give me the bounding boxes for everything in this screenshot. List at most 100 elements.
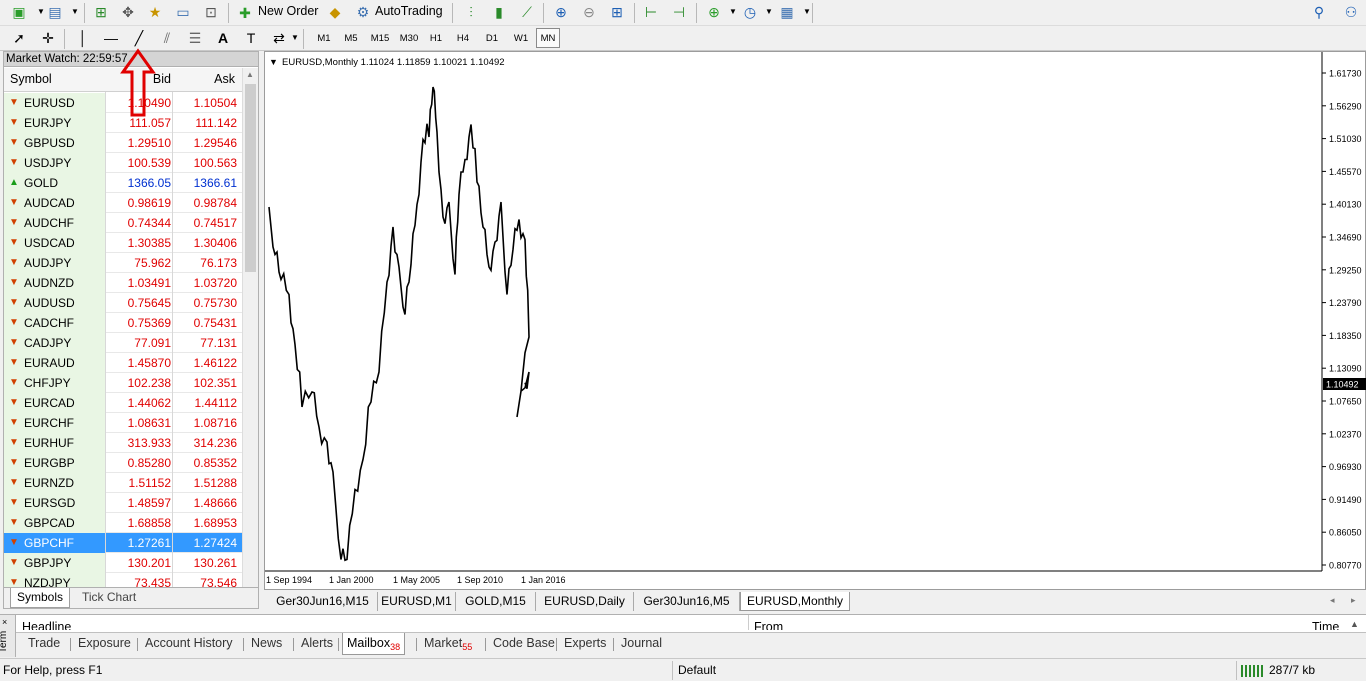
tab-trade[interactable]: Trade [24, 633, 64, 655]
horizontal-line-icon[interactable]: — [100, 27, 122, 49]
timeframe-m30[interactable]: M30 [395, 28, 423, 48]
timeframe-w1[interactable]: W1 [508, 28, 534, 48]
text-label-icon[interactable]: T [240, 27, 262, 49]
scroll-up-icon[interactable]: ▲ [246, 70, 254, 79]
community-icon[interactable]: ⚇ [1340, 1, 1362, 23]
tab-mailbox[interactable]: Mailbox38 [342, 633, 406, 655]
market-watch-row[interactable]: ▼ USDCAD 1.30385 1.30406 [4, 233, 242, 253]
market-watch-row[interactable]: ▼ CADJPY 77.091 77.131 [4, 333, 242, 353]
tab-news[interactable]: News [247, 633, 286, 655]
ask-price: 111.142 [195, 116, 237, 130]
market-watch-row[interactable]: ▼ EURSGD 1.48597 1.48666 [4, 493, 242, 513]
timeframe-m1[interactable]: M1 [312, 28, 336, 48]
tab-account-history[interactable]: Account History [141, 633, 237, 655]
market-watch-row[interactable]: ▼ GBPJPY 130.201 130.261 [4, 553, 242, 573]
fibonacci-icon[interactable]: ☰ [184, 27, 206, 49]
market-watch-row[interactable]: ▼ EURGBP 0.85280 0.85352 [4, 453, 242, 473]
chart-shift-icon[interactable]: ⊢ [640, 1, 662, 23]
date-axis-label: 1 Jan 2016 [521, 575, 566, 585]
market-watch-row[interactable]: ▼ EURHUF 313.933 314.236 [4, 433, 242, 453]
market-watch-row[interactable]: ▼ EURCAD 1.44062 1.44112 [4, 393, 242, 413]
market-watch-icon[interactable]: ⊞ [90, 1, 112, 23]
text-icon[interactable]: A [212, 27, 234, 49]
cursor-icon[interactable]: ➚ [8, 27, 30, 49]
market-watch-row[interactable]: ▼ AUDCAD 0.98619 0.98784 [4, 193, 242, 213]
candlestick-icon[interactable]: ▮ [488, 1, 510, 23]
new-order-icon[interactable]: ✚ [234, 2, 256, 24]
data-window-icon[interactable]: ✥ [117, 1, 139, 23]
bar-chart-icon[interactable]: ⫶ [460, 1, 482, 23]
market-watch-row[interactable]: ▼ USDJPY 100.539 100.563 [4, 153, 242, 173]
tabs-right-icon[interactable]: ▸ [1351, 595, 1356, 606]
navigator-icon[interactable]: ★ [144, 1, 166, 23]
market-watch-row[interactable]: ▼ EURNZD 1.51152 1.51288 [4, 473, 242, 493]
autotrading-button[interactable]: AutoTrading [375, 4, 443, 18]
timeframe-mn[interactable]: MN [536, 28, 560, 48]
market-watch-row[interactable]: ▼ GBPCHF 1.27261 1.27424 [4, 533, 242, 553]
market-watch-row[interactable]: ▼ CHFJPY 102.238 102.351 [4, 373, 242, 393]
market-watch-row[interactable]: ▼ EURAUD 1.45870 1.46122 [4, 353, 242, 373]
metaeditor-icon[interactable]: ◆ [324, 1, 346, 23]
terminal-close-icon[interactable]: × [2, 617, 7, 627]
column-ask[interactable]: Ask [172, 72, 235, 86]
new-chart-icon[interactable]: ▣ [8, 1, 30, 23]
dropdown-arrow-icon[interactable]: ▼ [796, 1, 818, 23]
tab-journal[interactable]: Journal [617, 633, 666, 655]
arrow-down-icon: ▼ [9, 117, 19, 128]
tab-tick-chart[interactable]: Tick Chart [76, 588, 142, 608]
templates-icon[interactable]: ▦ [776, 1, 798, 23]
chart-tab-active[interactable]: EURUSD,Monthly [740, 592, 850, 611]
market-watch-row[interactable]: ▼ AUDJPY 75.962 76.173 [4, 253, 242, 273]
tab-alerts[interactable]: Alerts [297, 633, 337, 655]
market-watch-row[interactable]: ▲ GOLD 1366.05 1366.61 [4, 173, 242, 193]
market-watch-row[interactable]: ▼ EURCHF 1.08631 1.08716 [4, 413, 242, 433]
zoom-out-icon[interactable]: ⊖ [578, 1, 600, 23]
vertical-line-icon[interactable]: │ [72, 27, 94, 49]
market-watch-scrollbar[interactable]: ▲ [242, 68, 258, 590]
column-symbol[interactable]: Symbol [10, 72, 52, 86]
dropdown-arrow-icon[interactable]: ▼ [64, 1, 86, 23]
market-watch-row[interactable]: ▼ GBPCAD 1.68858 1.68953 [4, 513, 242, 533]
status-profile[interactable]: Default [678, 663, 716, 677]
timeframe-h4[interactable]: H4 [451, 28, 475, 48]
timeframe-m5[interactable]: M5 [339, 28, 363, 48]
tabs-left-icon[interactable]: ◂ [1330, 595, 1335, 606]
strategy-tester-icon[interactable]: ⊡ [200, 1, 222, 23]
chart-tab[interactable]: Ger30Jun16,M5 [634, 592, 740, 611]
column-time[interactable]: Time [1312, 620, 1339, 630]
market-watch-row[interactable]: ▼ AUDNZD 1.03491 1.03720 [4, 273, 242, 293]
profiles-icon[interactable]: ▤ [44, 1, 66, 23]
tab-symbols[interactable]: Symbols [10, 588, 71, 608]
trendline-icon[interactable]: ╱ [128, 27, 150, 49]
tab-market[interactable]: Market55 [420, 633, 476, 655]
chart-tab[interactable]: EURUSD,M1 [378, 592, 456, 611]
market-watch-row[interactable]: ▼ AUDUSD 0.75645 0.75730 [4, 293, 242, 313]
chart-tab[interactable]: GOLD,M15 [456, 592, 536, 611]
market-watch-row[interactable]: ▼ AUDCHF 0.74344 0.74517 [4, 213, 242, 233]
crosshair-icon[interactable]: ✛ [37, 27, 59, 49]
market-watch-row[interactable]: ▼ CADCHF 0.75369 0.75431 [4, 313, 242, 333]
tab-code-base[interactable]: Code Base [489, 633, 559, 655]
chart-window[interactable]: ▼ EURUSD,Monthly 1.11024 1.11859 1.10021… [264, 51, 1366, 590]
timeframe-m15[interactable]: M15 [366, 28, 394, 48]
autoscroll-icon[interactable]: ⊣ [668, 1, 690, 23]
new-order-button[interactable]: New Order [258, 4, 318, 18]
search-icon[interactable]: ⚲ [1308, 1, 1330, 23]
chart-tab[interactable]: EURUSD,Daily [536, 592, 634, 611]
equidistant-channel-icon[interactable]: ⫽ [156, 27, 178, 49]
column-headline[interactable]: Headline [22, 620, 71, 630]
market-watch-row[interactable]: ▼ GBPUSD 1.29510 1.29546 [4, 133, 242, 153]
tab-exposure[interactable]: Exposure [74, 633, 135, 655]
column-from[interactable]: From [754, 620, 783, 630]
zoom-in-icon[interactable]: ⊕ [550, 1, 572, 23]
chart-tab[interactable]: Ger30Jun16,M15 [268, 592, 378, 611]
tile-windows-icon[interactable]: ⊞ [606, 1, 628, 23]
tab-experts[interactable]: Experts [560, 633, 610, 655]
terminal-icon[interactable]: ▭ [172, 1, 194, 23]
line-chart-icon[interactable]: ⟋ [516, 1, 538, 23]
scrollbar-thumb[interactable] [245, 84, 256, 272]
timeframe-h1[interactable]: H1 [424, 28, 448, 48]
timeframe-d1[interactable]: D1 [480, 28, 504, 48]
scroll-up-icon[interactable]: ▲ [1350, 619, 1359, 629]
autotrading-icon[interactable]: ⚙ [352, 1, 374, 23]
